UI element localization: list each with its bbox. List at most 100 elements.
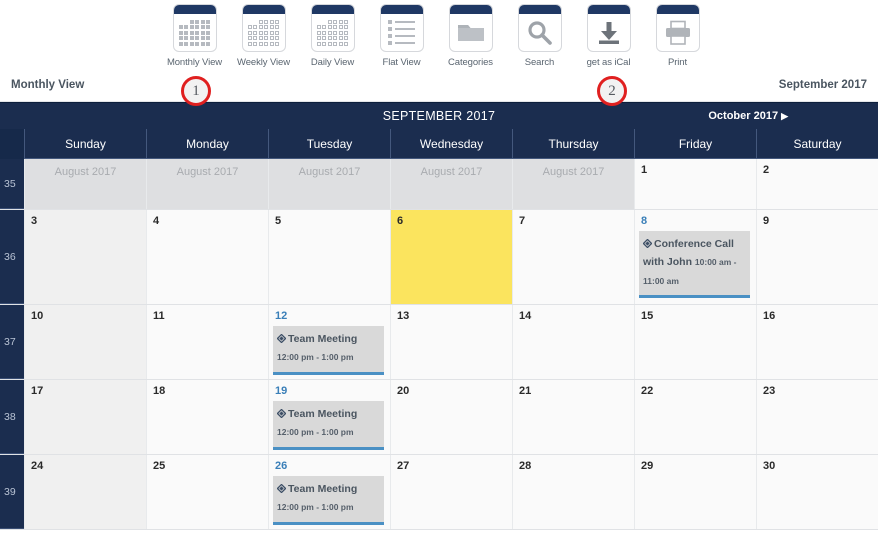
day-number: 16 (763, 310, 776, 322)
calendar-week-row: 36 3 4 5 6 7 8 Conference Call with John 10:00 … (0, 210, 878, 305)
calendar-event[interactable]: Team Meeting 12:00 pm - 1:00 pm (273, 326, 384, 375)
calendar-day-cell[interactable]: 15 (634, 305, 756, 379)
toolbar-item-label: Monthly View (166, 57, 223, 68)
event-title: Team Meeting (288, 408, 358, 420)
calendar-day-cell[interactable]: 10 (24, 305, 146, 379)
day-number: 30 (763, 460, 776, 472)
toolbar-item-label: Flat View (382, 57, 421, 68)
printer-icon (655, 4, 700, 52)
day-number: 2 (763, 164, 770, 176)
calendar-day-cell[interactable]: August 2017 (390, 159, 512, 209)
calendar-day-cell[interactable]: August 2017 (512, 159, 634, 209)
week-number: 35 (0, 159, 24, 209)
other-month-label: August 2017 (298, 166, 361, 178)
calendar-day-cell[interactable]: 16 (756, 305, 878, 379)
calendar-day-cell[interactable]: 20 (390, 380, 512, 454)
toolbar-item-monthly-view[interactable]: Monthly View (160, 4, 229, 68)
day-number: 18 (153, 385, 166, 397)
day-number: 14 (519, 310, 532, 322)
toolbar-item-label: Categories (448, 57, 493, 68)
toolbar: Monthly View Weekly View Daily View Flat Vi… (0, 0, 878, 68)
flat-view-icon (379, 4, 424, 52)
day-number: 29 (641, 460, 654, 472)
calendar-day-cell[interactable]: 2 (756, 159, 878, 209)
calendar-day-cell[interactable]: 25 (146, 455, 268, 529)
calendar-event[interactable]: Conference Call with John 10:00 am - 11:… (639, 231, 750, 299)
calendar-day-cell[interactable]: 24 (24, 455, 146, 529)
day-number: 27 (397, 460, 410, 472)
toolbar-item-print[interactable]: Print (643, 4, 712, 68)
calendar-day-cell[interactable]: 27 (390, 455, 512, 529)
calendar-weeks: 35 August 2017 August 2017 August 2017 Augus… (0, 159, 878, 530)
next-month-link[interactable]: October 2017 ▶ (708, 110, 788, 122)
day-number: 10 (31, 310, 44, 322)
calendar-day-cell[interactable]: 19 Team Meeting 12:00 pm - 1:00 pm (268, 380, 390, 454)
calendar-day-cell[interactable]: August 2017 (24, 159, 146, 209)
calendar-day-cell[interactable]: 12 Team Meeting 12:00 pm - 1:00 pm (268, 305, 390, 379)
calendar-day-cell[interactable]: 26 Team Meeting 12:00 pm - 1:00 pm (268, 455, 390, 529)
toolbar-item-label: Daily View (310, 57, 355, 68)
calendar-title-bar: SEPTEMBER 2017 October 2017 ▶ (0, 103, 878, 129)
toolbar-item-get-as-ical[interactable]: get as iCal (574, 4, 643, 68)
calendar-day-cell[interactable]: August 2017 (268, 159, 390, 209)
toolbar-item-flat-view[interactable]: Flat View (367, 4, 436, 68)
toolbar-item-categories[interactable]: Categories (436, 4, 505, 68)
day-number: 25 (153, 460, 166, 472)
day-number[interactable]: 19 (275, 385, 384, 397)
calendar-day-cell[interactable]: 11 (146, 305, 268, 379)
calendar-day-cell[interactable]: 23 (756, 380, 878, 454)
calendar-day-cell[interactable]: 7 (512, 210, 634, 304)
calendar-event[interactable]: Team Meeting 12:00 pm - 1:00 pm (273, 401, 384, 450)
calendar-day-cell[interactable]: 5 (268, 210, 390, 304)
calendar-day-cell[interactable]: 9 (756, 210, 878, 304)
calendar-day-cell[interactable]: 6 (390, 210, 512, 304)
toolbar-item-daily-view[interactable]: Daily View (298, 4, 367, 68)
other-month-label: August 2017 (176, 166, 239, 178)
calendar-day-cell[interactable]: 28 (512, 455, 634, 529)
toolbar-item-weekly-view[interactable]: Weekly View (229, 4, 298, 68)
calendar-day-cell[interactable]: 29 (634, 455, 756, 529)
day-header-sunday: Sunday (24, 129, 146, 159)
day-number: 1 (641, 164, 648, 176)
day-number: 11 (153, 310, 165, 322)
toolbar-item-label: Print (667, 57, 688, 68)
calendar-day-cell[interactable]: 1 (634, 159, 756, 209)
calendar-day-cell[interactable]: 21 (512, 380, 634, 454)
day-header-friday: Friday (634, 129, 756, 159)
calendar: SEPTEMBER 2017 October 2017 ▶ Sunday Monda… (0, 102, 878, 530)
annotation-badge-1: 1 (181, 76, 211, 106)
calendar-day-cell[interactable]: 3 (24, 210, 146, 304)
calendar-day-cell[interactable]: 4 (146, 210, 268, 304)
next-month-label: October 2017 (708, 110, 779, 122)
calendar-week-row: 37 10 11 12 Team Meeting 12:00 pm - 1:00 pm 1… (0, 305, 878, 380)
week-number: 36 (0, 210, 24, 304)
calendar-day-cell[interactable]: 18 (146, 380, 268, 454)
calendar-week-row: 35 August 2017 August 2017 August 2017 Augus… (0, 159, 878, 210)
calendar-day-cell[interactable]: 30 (756, 455, 878, 529)
search-icon (517, 4, 562, 52)
day-number[interactable]: 26 (275, 460, 384, 472)
day-header-saturday: Saturday (756, 129, 878, 159)
calendar-day-cell[interactable]: 14 (512, 305, 634, 379)
day-number: 24 (31, 460, 44, 472)
calendar-day-cell[interactable]: 8 Conference Call with John 10:00 am - 11… (634, 210, 756, 304)
day-header-thursday: Thursday (512, 129, 634, 159)
calendar-day-cell[interactable]: 22 (634, 380, 756, 454)
calendar-day-cell[interactable]: 17 (24, 380, 146, 454)
week-number: 37 (0, 305, 24, 379)
day-header-wednesday: Wednesday (390, 129, 512, 159)
event-time: 12:00 pm - 1:00 pm (277, 427, 354, 438)
day-number[interactable]: 12 (275, 310, 384, 322)
day-number: 3 (31, 215, 38, 227)
event-diamond-icon (277, 334, 286, 343)
toolbar-item-search[interactable]: Search (505, 4, 574, 68)
day-number: 23 (763, 385, 776, 397)
calendar-week-row: 38 17 18 19 Team Meeting 12:00 pm - 1:00 pm 2… (0, 380, 878, 455)
week-number: 39 (0, 455, 24, 529)
calendar-event[interactable]: Team Meeting 12:00 pm - 1:00 pm (273, 476, 384, 525)
week-number: 38 (0, 380, 24, 454)
calendar-day-cell[interactable]: 13 (390, 305, 512, 379)
calendar-day-cell[interactable]: August 2017 (146, 159, 268, 209)
toolbar-item-label: Search (524, 57, 555, 68)
day-number[interactable]: 8 (641, 215, 750, 227)
